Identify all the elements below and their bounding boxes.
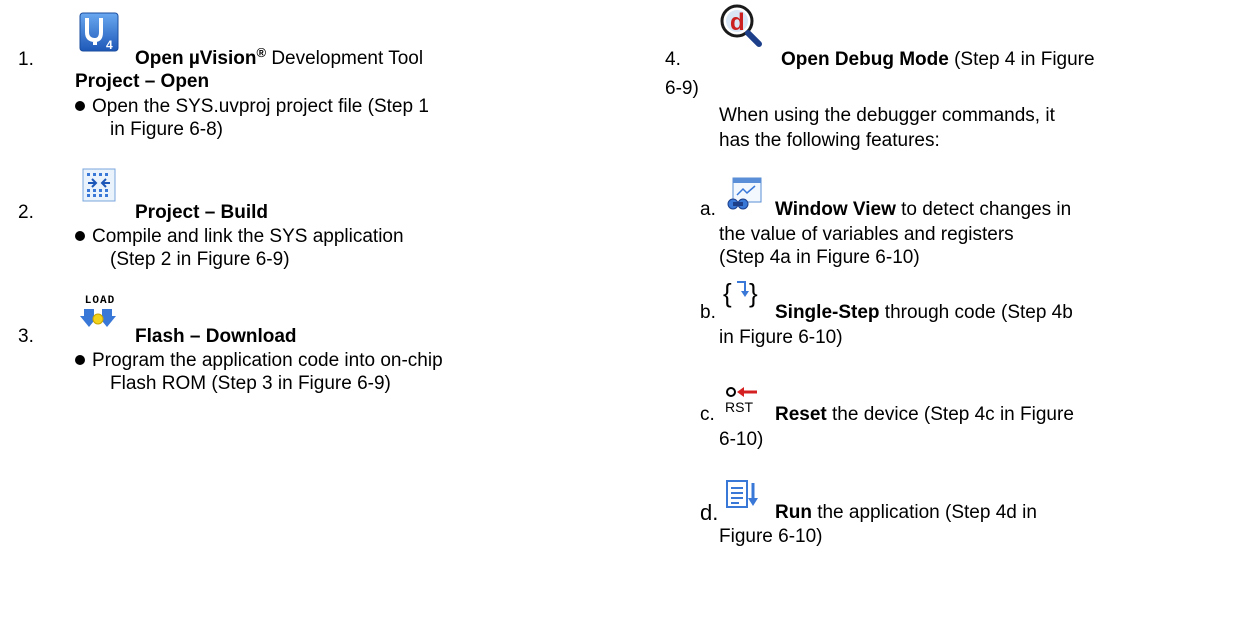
step-2-bullet: Compile and link the SYS application (75, 225, 404, 248)
step-1-bullet-cont: in Figure 6-8) (110, 119, 223, 140)
step-1-bullet-text: Open the SYS.uvproj project file (Step 1 (92, 96, 429, 117)
feature-a-bold: Window View (775, 199, 896, 220)
feature-a-line1: Window View to detect changes in (775, 198, 1071, 221)
step-1-title: Open µVision® Development Tool (135, 45, 424, 70)
reset-icon: RST (725, 385, 759, 419)
feature-b-line2: in Figure 6-10) (719, 327, 843, 348)
registered-mark: ® (256, 45, 267, 60)
build-icon (82, 168, 116, 202)
step-2-bullet-cont: (Step 2 in Figure 6-9) (110, 249, 290, 270)
run-icon (726, 480, 758, 508)
feature-c-line1: Reset the device (Step 4c in Figure (775, 403, 1074, 426)
bullet-dot (75, 355, 85, 365)
step-1-bullet: Open the SYS.uvproj project file (Step 1 (75, 95, 429, 118)
feature-a-rest: to detect changes in (895, 199, 1072, 220)
feature-b-bold: Single-Step (775, 302, 880, 323)
feature-d-line1: Run the application (Step 4d in (775, 501, 1037, 524)
step-4-title-bold: Open Debug Mode (781, 49, 949, 70)
feature-d-rest: the application (Step 4d in (811, 502, 1037, 523)
feature-d-bold: Run (775, 502, 812, 523)
feature-d-line2: Figure 6-10) (719, 526, 823, 547)
svg-text:}: } (749, 278, 758, 308)
step-1-subtitle: Project – Open (75, 71, 210, 92)
step-2-title: Project – Build (135, 202, 269, 223)
step-4-title-rest: (Step 4 in Figure (948, 49, 1095, 70)
step-3-bullet: Program the application code into on-chi… (75, 349, 443, 372)
feature-c-label: c. (700, 404, 715, 425)
download-arrows-icon (80, 309, 116, 327)
step-2-number: 2. (18, 202, 34, 223)
step-3-bullet-text: Program the application code into on-chi… (92, 350, 443, 371)
feature-b-label: b. (700, 302, 716, 323)
feature-d-label: d. (700, 500, 719, 525)
step-4-number: 4. (665, 49, 681, 70)
feature-b-line1: Single-Step through code (Step 4b (775, 301, 1073, 324)
feature-c-rest: the device (Step 4c in Figure (826, 404, 1074, 425)
debug-magnifier-icon: d (720, 4, 762, 47)
step-4-desc-1: When using the debugger commands, it (719, 105, 1055, 126)
svg-text:4: 4 (106, 38, 113, 52)
feature-a-line3: (Step 4a in Figure 6-10) (719, 247, 920, 268)
step-3-number: 3. (18, 326, 34, 347)
feature-a-line2: the value of variables and registers (719, 224, 1014, 245)
feature-a-label: a. (700, 199, 716, 220)
step-4-title-cont: 6-9) (665, 78, 699, 99)
step-3-title: Flash – Download (135, 326, 297, 347)
rst-label: RST (725, 399, 753, 415)
step-1-title-bold: Open µVision (135, 48, 257, 69)
bullet-dot (75, 101, 85, 111)
load-label: LOAD (84, 295, 116, 307)
step-1-title-rest: Development Tool (266, 48, 424, 69)
step-1-number: 1. (18, 49, 34, 70)
bullet-dot (75, 231, 85, 241)
svg-text:{: { (723, 278, 732, 308)
step-4-title: Open Debug Mode (Step 4 in Figure (781, 48, 1095, 71)
step-3-bullet-cont: Flash ROM (Step 3 in Figure 6-9) (110, 373, 391, 394)
uvision-logo-icon: 4 (79, 12, 119, 52)
svg-text:d: d (730, 9, 745, 36)
feature-b-rest: through code (Step 4b (879, 302, 1073, 323)
flash-load-icon: LOAD (80, 296, 120, 332)
feature-c-line2: 6-10) (719, 429, 764, 450)
feature-c-bold: Reset (775, 404, 827, 425)
reset-arrow-icon (726, 387, 757, 397)
step-4-desc-2: has the following features: (719, 130, 940, 151)
watch-window-icon (727, 177, 762, 210)
step-2-bullet-text: Compile and link the SYS application (92, 226, 404, 247)
step-into-icon: { } (723, 278, 758, 308)
